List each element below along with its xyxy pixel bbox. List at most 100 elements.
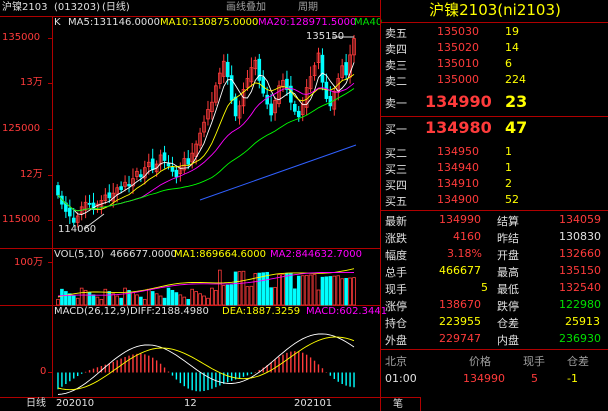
candle-body <box>261 76 266 94</box>
quote-panel: 沪镍2103(ni2103) 卖五 135030 19 卖四 135020 14… <box>380 0 608 411</box>
ask-row-3[interactable]: 卖三 135010 6 <box>381 56 608 72</box>
candle-body <box>186 158 191 165</box>
bid-volume: 47 <box>505 118 528 137</box>
volume-bar <box>170 289 175 306</box>
period-tab[interactable]: 日线 <box>26 398 46 410</box>
stat-row-volume: 总手 466677 最高 135150 <box>381 263 608 279</box>
volume-bar <box>150 291 155 306</box>
volume-bar <box>210 287 214 306</box>
ask-row-5[interactable]: 卖五 135030 19 <box>381 24 608 40</box>
candle-body <box>225 61 230 78</box>
volume-bar <box>174 292 179 306</box>
stat-value: 130830 <box>559 230 601 243</box>
stat-label: 最高 <box>497 266 519 279</box>
ma-line <box>57 74 355 212</box>
x-axis: 日线 202010 12 202101 <box>0 398 380 411</box>
candle-body <box>293 103 297 112</box>
bid-label: 买三 <box>385 163 407 176</box>
macd-legend: MACD(26,12,9) DIFF:2188.4980 DEA:1887.32… <box>0 306 387 319</box>
bid-volume: 1 <box>505 145 512 158</box>
volume-bar <box>293 288 297 306</box>
ask-row-4[interactable]: 卖四 135020 14 <box>381 40 608 56</box>
stat-label: 最新 <box>385 215 407 228</box>
stat-row-percent: 幅度 3.18% 开盘 132660 <box>381 246 608 262</box>
volume-bar <box>265 271 269 306</box>
trend-line <box>199 144 357 201</box>
volume-bar <box>237 271 242 306</box>
moving-average-lines <box>57 62 357 215</box>
vol-value: 466677.0000 <box>110 249 177 260</box>
bid-row-3[interactable]: 买三 134940 1 <box>381 160 608 176</box>
ask-volume: 6 <box>505 57 512 70</box>
volume-bar <box>135 294 139 306</box>
candle-body <box>56 185 60 196</box>
volume-bar <box>273 286 277 306</box>
volume-bar <box>308 274 313 306</box>
y-label-115000: 115000 <box>2 214 41 225</box>
bottom-tab[interactable]: 笔 <box>381 397 421 411</box>
vol-title: VOL(5,10) <box>54 249 105 260</box>
bid-label: 买四 <box>385 179 407 192</box>
macd-dea-line <box>57 336 355 391</box>
bid-volume: 52 <box>505 193 519 206</box>
macd-title: MACD(26,12,9) <box>54 306 130 317</box>
volume-bar <box>221 285 226 306</box>
stat-value: 138670 <box>439 298 481 311</box>
bid-row-2[interactable]: 买二 134950 1 <box>381 144 608 160</box>
y-label-135000: 135000 <box>2 32 41 43</box>
ask-price: 135000 <box>437 73 479 86</box>
x-label-202101: 202101 <box>294 398 333 409</box>
bottom-tab-label: 笔 <box>393 399 403 410</box>
candle-body <box>265 94 269 105</box>
stat-value: 122980 <box>559 298 601 311</box>
volume-bar <box>336 275 341 306</box>
ask-row-2[interactable]: 卖二 135000 224 <box>381 72 608 88</box>
stat-row-limit: 涨停 138670 跌停 122980 <box>381 297 608 313</box>
chart-panel[interactable]: 沪镍2103 (013203) (日线) 画线叠加 周期 K MA5:13114… <box>0 0 387 411</box>
candle-body <box>296 110 301 118</box>
volume-bar <box>182 296 187 306</box>
stat-row-latest: 最新 134990 结算 134059 <box>381 212 608 228</box>
volume-bar <box>143 298 147 306</box>
volume-bar <box>119 297 123 306</box>
stat-value: 223955 <box>439 315 481 328</box>
macd-lines <box>57 333 355 395</box>
bid-label: 买二 <box>385 147 407 160</box>
candle-body <box>68 207 72 217</box>
volume-bar <box>300 275 305 306</box>
volume-bar <box>198 293 202 306</box>
bid-row-5[interactable]: 买五 134900 52 <box>381 192 608 208</box>
volume-bar <box>320 276 325 306</box>
ask-row-1[interactable]: 卖一 134990 23 <box>381 92 608 114</box>
volume-bar <box>60 288 64 306</box>
volume-bars <box>56 269 356 306</box>
ask-volume: 224 <box>505 73 526 86</box>
ask-label: 卖二 <box>385 75 407 88</box>
volume-bar <box>186 298 191 306</box>
x-label-12: 12 <box>184 398 197 409</box>
volume-bar <box>225 284 230 306</box>
volume-bar <box>178 294 183 306</box>
stat-value: 25913 <box>565 315 600 328</box>
bid-price: 134900 <box>437 193 479 206</box>
ask-volume: 23 <box>505 92 528 111</box>
macd-histogram <box>57 351 355 392</box>
low-price-marker: 114060 <box>58 224 97 235</box>
candlestick-series <box>56 34 356 228</box>
y-label-125000: 125000 <box>2 123 41 134</box>
ask-volume: 14 <box>505 41 519 54</box>
stat-value: 229747 <box>439 332 481 345</box>
bid-row-4[interactable]: 买四 134910 2 <box>381 176 608 192</box>
candle-body <box>127 184 131 187</box>
stat-value: 135150 <box>559 264 601 277</box>
tick-price: 134990 <box>463 372 505 385</box>
tick-vol-header: 现手 <box>523 355 545 368</box>
stat-label: 内盘 <box>497 334 519 347</box>
ask-volume: 19 <box>505 25 519 38</box>
candle-body <box>328 95 333 107</box>
volume-bar <box>289 273 293 306</box>
bid-row-1[interactable]: 买一 134980 47 <box>381 118 608 140</box>
stat-label: 结算 <box>497 215 519 228</box>
volume-bar <box>194 291 198 306</box>
ask-price: 135010 <box>437 57 479 70</box>
